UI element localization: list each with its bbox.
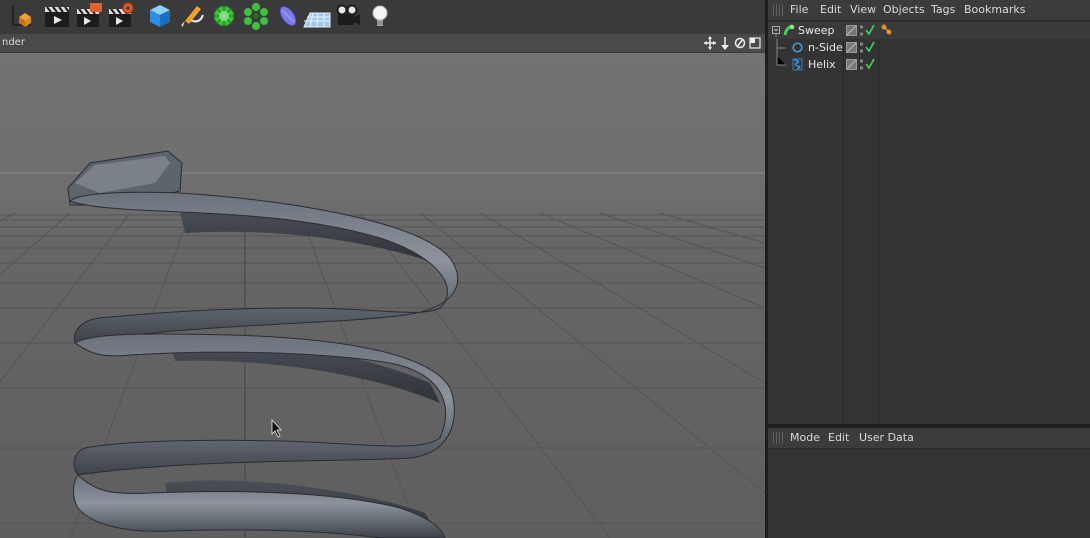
enabled-check-icon[interactable]: [865, 24, 875, 36]
object-row-n-side[interactable]: n-Side: [768, 39, 1090, 56]
menu-user-data[interactable]: User Data: [859, 431, 914, 444]
perspective-viewport[interactable]: [0, 53, 765, 538]
collapse-toggle-icon[interactable]: [772, 25, 782, 37]
object-name-helix[interactable]: Helix: [808, 58, 836, 71]
object-manager-panel: File Edit View Objects Tags Bookmarks Sw…: [768, 0, 1090, 424]
phong-tag-icon[interactable]: [881, 24, 893, 36]
deformer-icon[interactable]: [273, 1, 303, 31]
object-row-helix[interactable]: Helix: [768, 56, 1090, 73]
rotate-view-icon[interactable]: [734, 36, 746, 50]
layer-icon[interactable]: [846, 25, 857, 36]
viewport-navigation: [704, 36, 761, 50]
visibility-dots-icon[interactable]: [859, 24, 864, 37]
main-toolbar: [0, 0, 765, 35]
axis-tool-icon[interactable]: [5, 1, 35, 31]
object-row-sweep[interactable]: Sweep: [768, 22, 1090, 39]
floor-environment-icon[interactable]: [302, 1, 332, 31]
menu-edit[interactable]: Edit: [828, 431, 849, 444]
sweep-icon: [783, 24, 795, 36]
light-icon[interactable]: [365, 1, 395, 31]
hierarchy-line-icon: [776, 56, 786, 66]
helix-icon: [792, 58, 803, 71]
menu-tags[interactable]: Tags: [931, 3, 955, 16]
menu-file[interactable]: File: [790, 3, 808, 16]
hierarchy-line-icon: [776, 39, 786, 56]
attribute-manager-menubar: Mode Edit User Data: [768, 428, 1090, 449]
object-name-n-side[interactable]: n-Side: [808, 41, 843, 54]
render-view-icon[interactable]: [42, 1, 72, 31]
panel-grip-icon[interactable]: [773, 432, 783, 444]
pen-spline-icon[interactable]: [177, 1, 207, 31]
menu-edit[interactable]: Edit: [820, 3, 841, 16]
layer-icon[interactable]: [846, 59, 857, 70]
menu-bookmarks[interactable]: Bookmarks: [964, 3, 1025, 16]
mouse-cursor-icon: [271, 418, 282, 438]
attribute-manager-panel: Mode Edit User Data: [768, 428, 1090, 538]
object-name-sweep[interactable]: Sweep: [798, 24, 835, 37]
cube-primitive-icon[interactable]: [145, 1, 175, 31]
column-divider: [878, 20, 879, 424]
zoom-view-icon[interactable]: [719, 36, 731, 50]
layer-icon[interactable]: [846, 42, 857, 53]
sweep-spring-object[interactable]: [67, 150, 459, 538]
n-side-icon: [792, 42, 803, 53]
visibility-dots-icon[interactable]: [859, 58, 864, 71]
viewport-header: nder: [0, 34, 765, 53]
column-divider: [843, 20, 844, 424]
menu-view[interactable]: View: [850, 3, 876, 16]
array-generator-icon[interactable]: [241, 1, 271, 31]
enabled-check-icon[interactable]: [865, 58, 875, 70]
menu-objects[interactable]: Objects: [883, 3, 925, 16]
viewport-title: nder: [2, 37, 25, 48]
camera-icon[interactable]: [333, 1, 363, 31]
object-manager-menubar: File Edit View Objects Tags Bookmarks: [768, 0, 1090, 21]
toggle-view-icon[interactable]: [749, 36, 761, 50]
menu-mode[interactable]: Mode: [790, 431, 820, 444]
render-to-picture-viewer-icon[interactable]: [74, 1, 104, 31]
enabled-check-icon[interactable]: [865, 41, 875, 53]
render-settings-icon[interactable]: [106, 1, 136, 31]
panel-grip-icon[interactable]: [773, 4, 783, 16]
subdivision-generator-icon[interactable]: [209, 1, 239, 31]
visibility-dots-icon[interactable]: [859, 41, 864, 54]
viewport-scene: [0, 150, 765, 538]
move-view-icon[interactable]: [704, 36, 716, 50]
